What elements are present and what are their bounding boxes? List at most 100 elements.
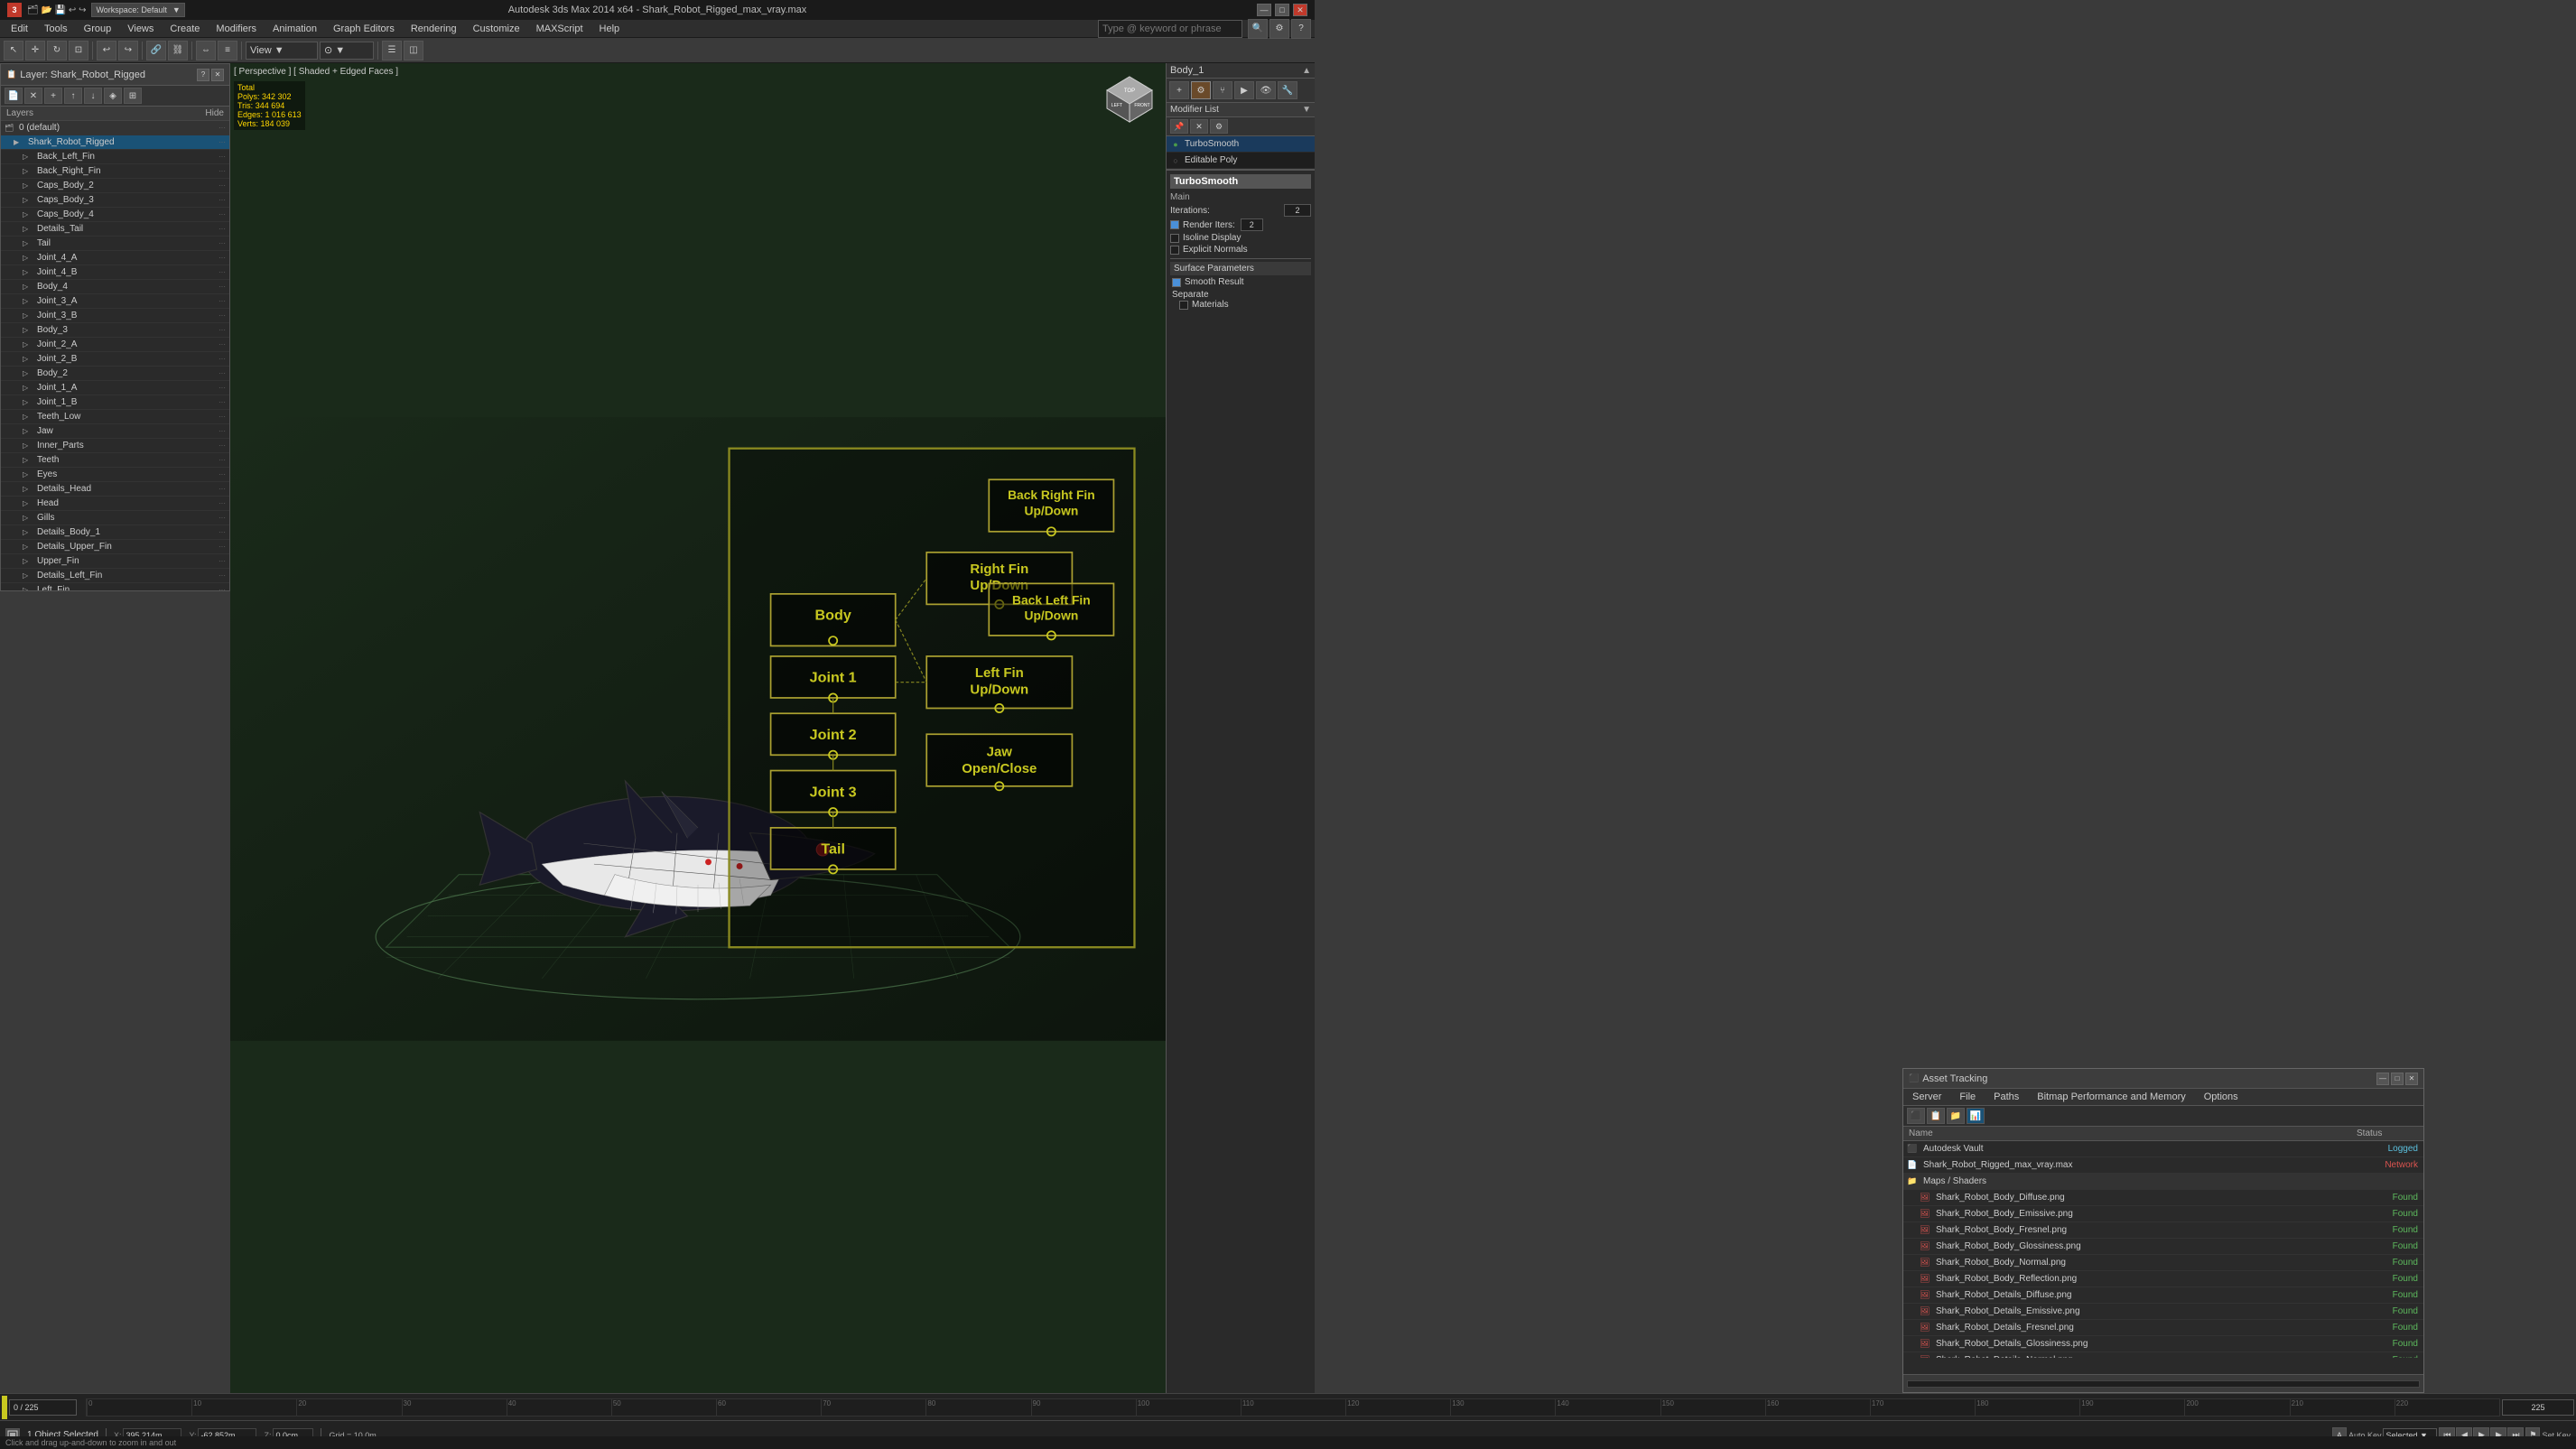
render-iters-input[interactable]: [1241, 218, 1263, 231]
layer-item-head[interactable]: ▷ Head ···: [1, 497, 229, 511]
workspace-dropdown[interactable]: Workspace: Default ▼: [91, 3, 184, 17]
asset-btn-3[interactable]: 📁: [1947, 1108, 1965, 1124]
layer-btn-x[interactable]: ✕: [24, 88, 42, 104]
layer-item-back-left-fin[interactable]: ▷ Back_Left_Fin ···: [1, 150, 229, 164]
menu-views[interactable]: Views: [120, 20, 161, 38]
config-modifier-button[interactable]: ⚙: [1210, 119, 1228, 134]
layer-btn-down[interactable]: ↓: [84, 88, 102, 104]
asset-row-6[interactable]: 🖼 Shark_Robot_Body_Glossiness.png Found: [1903, 1239, 2423, 1255]
layer-item-joint-3-a[interactable]: ▷ Joint_3_A ···: [1, 294, 229, 309]
asset-row-10[interactable]: 🖼 Shark_Robot_Details_Emissive.png Found: [1903, 1304, 2423, 1320]
layer-item-caps-body-2[interactable]: ▷ Caps_Body_2 ···: [1, 179, 229, 193]
materials-checkbox[interactable]: [1179, 301, 1188, 310]
layer-button[interactable]: ☰: [382, 41, 402, 60]
menu-create[interactable]: Create: [163, 20, 207, 38]
layer-item-caps-body-3[interactable]: ▷ Caps_Body_3 ···: [1, 193, 229, 208]
layer-item-details-upper-fin[interactable]: ▷ Details_Upper_Fin ···: [1, 540, 229, 554]
layer-panel-help[interactable]: ?: [197, 69, 209, 81]
layer-item-teeth-low[interactable]: ▷ Teeth_Low ···: [1, 410, 229, 424]
asset-row-5[interactable]: 🖼 Shark_Robot_Body_Fresnel.png Found: [1903, 1222, 2423, 1239]
menu-animation[interactable]: Animation: [265, 20, 324, 38]
layer-item-jaw[interactable]: ▷ Jaw ···: [1, 424, 229, 439]
layer-item-body-3[interactable]: ▷ Body_3 ···: [1, 323, 229, 338]
asset-panel-close[interactable]: ✕: [2405, 1073, 2418, 1085]
layer-item-details-tail[interactable]: ▷ Details_Tail ···: [1, 222, 229, 237]
layer-item-details-body-1[interactable]: ▷ Details_Body_1 ···: [1, 525, 229, 540]
layer-item-body-4[interactable]: ▷ Body_4 ···: [1, 280, 229, 294]
close-button[interactable]: ✕: [1293, 4, 1307, 16]
layer-item-eyes[interactable]: ▷ Eyes ···: [1, 468, 229, 482]
layer-panel-close[interactable]: ✕: [211, 69, 224, 81]
timeline-cursor[interactable]: [2, 1396, 7, 1419]
maximize-button[interactable]: □: [1275, 4, 1289, 16]
render-iters-checkbox[interactable]: [1170, 220, 1179, 229]
layer-btn-1[interactable]: 📄: [5, 88, 23, 104]
motion-icon[interactable]: ▶: [1234, 81, 1254, 99]
menu-customize[interactable]: Customize: [466, 20, 527, 38]
hierarchy-icon[interactable]: ⑂: [1213, 81, 1232, 99]
search-button[interactable]: 🔍: [1248, 19, 1268, 39]
smooth-result-checkbox[interactable]: [1172, 278, 1181, 287]
menu-graph-editors[interactable]: Graph Editors: [326, 20, 402, 38]
menu-edit[interactable]: Edit: [4, 20, 35, 38]
layer-item-joint-4-a[interactable]: ▷ Joint_4_A ···: [1, 251, 229, 265]
layer-item-teeth[interactable]: ▷ Teeth ···: [1, 453, 229, 468]
asset-menu-paths[interactable]: Paths: [1985, 1089, 2028, 1105]
layer-btn-add[interactable]: +: [44, 88, 62, 104]
menu-modifiers[interactable]: Modifiers: [209, 20, 264, 38]
timeline-track[interactable]: 0102030405060708090100110120130140150160…: [86, 1398, 2500, 1416]
asset-row-0[interactable]: ⬛ Autodesk Vault Logged: [1903, 1141, 2423, 1157]
undo-button[interactable]: ↩: [97, 41, 116, 60]
modifier-editable-poly[interactable]: ○ Editable Poly: [1167, 153, 1315, 169]
layer-item-left-fin[interactable]: ▷ Left_Fin ···: [1, 583, 229, 590]
search-input[interactable]: [1098, 20, 1242, 38]
modifier-turbosmooth[interactable]: ● TurboSmooth: [1167, 136, 1315, 153]
layer-btn-up[interactable]: ↑: [64, 88, 82, 104]
asset-menu-server[interactable]: Server: [1903, 1089, 1950, 1105]
redo-button[interactable]: ↪: [118, 41, 138, 60]
asset-btn-4[interactable]: 📊: [1967, 1108, 1985, 1124]
ribbon-button[interactable]: ◫: [404, 41, 423, 60]
asset-row-2[interactable]: 📁 Maps / Shaders: [1903, 1174, 2423, 1190]
unlink-button[interactable]: ⛓: [168, 41, 188, 60]
scale-button[interactable]: ⊡: [69, 41, 88, 60]
select-button[interactable]: ↖: [4, 41, 23, 60]
layer-item-tail[interactable]: ▷ Tail ···: [1, 237, 229, 251]
asset-row-9[interactable]: 🖼 Shark_Robot_Details_Diffuse.png Found: [1903, 1287, 2423, 1304]
layer-item-details-left-fin[interactable]: ▷ Details_Left_Fin ···: [1, 569, 229, 583]
asset-row-13[interactable]: 🖼 Shark_Robot_Details_Normal.png Found: [1903, 1352, 2423, 1358]
modify-icon[interactable]: ⚙: [1191, 81, 1211, 99]
layer-list[interactable]: 🗂 0 (default) ··· ▶ Shark_Robot_Rigged ·…: [1, 121, 229, 590]
layer-item-joint-3-b[interactable]: ▷ Joint_3_B ···: [1, 309, 229, 323]
create-icon[interactable]: +: [1169, 81, 1189, 99]
asset-scrollbar[interactable]: [1907, 1380, 2420, 1388]
layer-item-shark-robot-rigged[interactable]: ▶ Shark_Robot_Rigged ···: [1, 135, 229, 150]
asset-row-11[interactable]: 🖼 Shark_Robot_Details_Fresnel.png Found: [1903, 1320, 2423, 1336]
asset-panel-restore[interactable]: □: [2391, 1073, 2404, 1085]
explicit-normals-checkbox[interactable]: [1170, 246, 1179, 255]
layer-item-details-head[interactable]: ▷ Details_Head ···: [1, 482, 229, 497]
layer-item-joint-4-b[interactable]: ▷ Joint_4_B ···: [1, 265, 229, 280]
link-button[interactable]: 🔗: [146, 41, 166, 60]
asset-row-4[interactable]: 🖼 Shark_Robot_Body_Emissive.png Found: [1903, 1206, 2423, 1222]
delete-modifier-button[interactable]: ✕: [1190, 119, 1208, 134]
settings-button[interactable]: ⚙: [1269, 19, 1289, 39]
iterations-input[interactable]: [1284, 204, 1311, 217]
asset-row-12[interactable]: 🖼 Shark_Robot_Details_Glossiness.png Fou…: [1903, 1336, 2423, 1352]
cube-widget[interactable]: TOP FRONT LEFT: [1102, 72, 1157, 126]
asset-panel-minimize[interactable]: —: [2376, 1073, 2389, 1085]
asset-row-3[interactable]: 🖼 Shark_Robot_Body_Diffuse.png Found: [1903, 1190, 2423, 1206]
minimize-button[interactable]: —: [1257, 4, 1271, 16]
asset-row-8[interactable]: 🖼 Shark_Robot_Body_Reflection.png Found: [1903, 1271, 2423, 1287]
layer-item-inner-parts[interactable]: ▷ Inner_Parts ···: [1, 439, 229, 453]
layer-item-back-right-fin[interactable]: ▷ Back_Right_Fin ···: [1, 164, 229, 179]
layer-btn-6[interactable]: ⊞: [124, 88, 142, 104]
utility-icon[interactable]: 🔧: [1278, 81, 1297, 99]
layer-item-caps-body-4[interactable]: ▷ Caps_Body_4 ···: [1, 208, 229, 222]
menu-group[interactable]: Group: [77, 20, 119, 38]
asset-menu-options[interactable]: Options: [2195, 1089, 2247, 1105]
layer-btn-5[interactable]: ◈: [104, 88, 122, 104]
expand-icon[interactable]: ▲: [1302, 66, 1311, 76]
layer-item-body-2[interactable]: ▷ Body_2 ···: [1, 367, 229, 381]
asset-btn-2[interactable]: 📋: [1927, 1108, 1945, 1124]
